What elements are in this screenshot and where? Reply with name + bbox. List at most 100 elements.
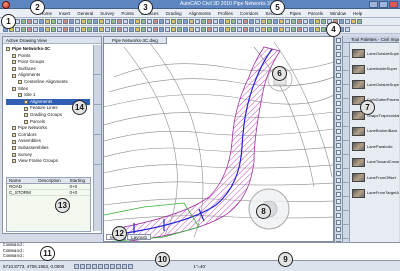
tab-toolbox[interactable] — [94, 135, 101, 165]
toolbar-button-icon[interactable] — [291, 27, 296, 32]
toolbar-button-icon[interactable] — [189, 19, 194, 24]
toolbar-button-icon[interactable] — [45, 19, 50, 24]
toolbar-button-icon[interactable] — [273, 19, 278, 24]
toolbar-button-icon[interactable] — [261, 19, 266, 24]
ribbon-tab-insert[interactable]: Insert — [59, 11, 70, 16]
nav-tool-icon[interactable] — [336, 213, 341, 218]
toolbar-button-icon[interactable] — [171, 27, 176, 32]
toolbar-button-icon[interactable] — [189, 27, 194, 32]
nav-tool-icon[interactable] — [336, 178, 341, 183]
toolbar-button-icon[interactable] — [297, 27, 302, 32]
toolbar-button-icon[interactable] — [81, 27, 86, 32]
toolbar-button-icon[interactable] — [243, 27, 248, 32]
toolbar-button-icon[interactable] — [249, 27, 254, 32]
tree-node[interactable]: Parcels — [6, 119, 90, 126]
palette-item[interactable]: LaneOutsideSuper — [352, 46, 399, 62]
ribbon-tab-grading[interactable]: Grading — [166, 11, 182, 16]
toolbar-button-icon[interactable] — [201, 19, 206, 24]
toolbar-button-icon[interactable] — [129, 19, 134, 24]
palette-item[interactable]: LaneTowardCrown — [352, 155, 399, 171]
nav-tool-icon[interactable] — [336, 52, 341, 57]
palette-item[interactable]: LaneFromOffset — [352, 170, 399, 186]
toolbar-button-icon[interactable] — [345, 19, 350, 24]
toolbar-button-icon[interactable] — [63, 27, 68, 32]
toolbar-button-icon[interactable] — [81, 19, 86, 24]
drafting-toggle-icon[interactable] — [92, 263, 98, 269]
palette-tab[interactable] — [343, 141, 349, 155]
application-menu-button[interactable] — [2, 1, 10, 9]
drafting-toggle-icon[interactable] — [104, 263, 110, 269]
palette-item[interactable]: LaneFromTargetAndShoulder — [352, 186, 399, 202]
tab-settings[interactable] — [94, 75, 101, 105]
nav-tool-icon[interactable] — [336, 157, 341, 162]
toolbar-button-icon[interactable] — [21, 19, 26, 24]
tree-node[interactable]: Surfaces — [6, 66, 90, 73]
toolbar-button-icon[interactable] — [351, 19, 356, 24]
nav-tool-icon[interactable] — [336, 185, 341, 190]
toolbar-button-icon[interactable] — [27, 19, 32, 24]
toolbar-button-icon[interactable] — [99, 19, 104, 24]
toolbar-button-icon[interactable] — [129, 27, 134, 32]
tree-node[interactable]: Alignments — [6, 72, 90, 79]
toolbar-button-icon[interactable] — [231, 27, 236, 32]
toolbar-button-icon[interactable] — [177, 19, 182, 24]
nav-tool-icon[interactable] — [336, 192, 341, 197]
palette-item[interactable]: ShapeTrapezoidal — [352, 108, 399, 124]
palette-item[interactable]: LaneInsideSuper — [352, 62, 399, 78]
palette-tab[interactable] — [343, 225, 349, 239]
ribbon-tab-corridors[interactable]: Corridors — [240, 11, 259, 16]
tree-node[interactable]: Points — [6, 53, 90, 60]
column-header-starting[interactable]: Starting — [68, 178, 90, 183]
toolbar-button-icon[interactable] — [117, 19, 122, 24]
toolbar-button-icon[interactable] — [321, 19, 326, 24]
toolbar-button-icon[interactable] — [105, 27, 110, 32]
toolbar-button-icon[interactable] — [165, 27, 170, 32]
toolbar-button-icon[interactable] — [309, 27, 314, 32]
toolbar-button-icon[interactable] — [159, 19, 164, 24]
tree-node[interactable]: Corridors — [6, 132, 90, 139]
tab-prospector[interactable] — [94, 45, 101, 75]
toolbar-button-icon[interactable] — [213, 27, 218, 32]
palette-tab[interactable] — [343, 71, 349, 85]
palette-tab[interactable] — [343, 183, 349, 197]
drafting-toggle-icon[interactable] — [86, 263, 92, 269]
toolbar-button-icon[interactable] — [15, 27, 20, 32]
nav-tool-icon[interactable] — [336, 38, 341, 43]
toolbar-button-icon[interactable] — [135, 27, 140, 32]
nav-tool-icon[interactable] — [336, 199, 341, 204]
toolbar-button-icon[interactable] — [237, 19, 242, 24]
ribbon-tab-pipes[interactable]: Pipes — [290, 11, 301, 16]
drafting-toggle-icon[interactable] — [116, 263, 122, 269]
toolbar-button-icon[interactable] — [147, 19, 152, 24]
toolbar-button-icon[interactable] — [309, 19, 314, 24]
toolbar-button-icon[interactable] — [39, 19, 44, 24]
toolbar-button-icon[interactable] — [273, 27, 278, 32]
drafting-toggle-icon[interactable] — [74, 263, 80, 269]
tree-node[interactable]: Site 1 — [6, 92, 90, 99]
nav-tool-icon[interactable] — [336, 108, 341, 113]
toolbar-button-icon[interactable] — [219, 19, 224, 24]
toolbar-button-icon[interactable] — [159, 27, 164, 32]
toolbar-button-icon[interactable] — [87, 19, 92, 24]
toolbar-button-icon[interactable] — [345, 27, 350, 32]
toolbar-button-icon[interactable] — [195, 27, 200, 32]
nav-tool-icon[interactable] — [336, 129, 341, 134]
toolbar-button-icon[interactable] — [57, 27, 62, 32]
tree-node[interactable]: Pipe Networks — [6, 125, 90, 132]
tree-node[interactable]: Sites — [6, 86, 90, 93]
ribbon-tab-window[interactable]: Window — [330, 11, 346, 16]
toolbar-button-icon[interactable] — [69, 27, 74, 32]
toolbar-button-icon[interactable] — [267, 27, 272, 32]
tree-node[interactable]: Assemblies — [6, 138, 90, 145]
toolbar-button-icon[interactable] — [303, 19, 308, 24]
tab-survey[interactable] — [94, 105, 101, 135]
toolbar-button-icon[interactable] — [87, 27, 92, 32]
toolbar-button-icon[interactable] — [153, 27, 158, 32]
nav-tool-icon[interactable] — [336, 143, 341, 148]
palette-item[interactable]: LaneParabolic — [352, 139, 399, 155]
toolbar-button-icon[interactable] — [141, 27, 146, 32]
toolbar-button-icon[interactable] — [105, 19, 110, 24]
nav-tool-icon[interactable] — [336, 150, 341, 155]
toolbar-button-icon[interactable] — [279, 19, 284, 24]
ribbon-tab-profiles[interactable]: Profiles — [218, 11, 233, 16]
